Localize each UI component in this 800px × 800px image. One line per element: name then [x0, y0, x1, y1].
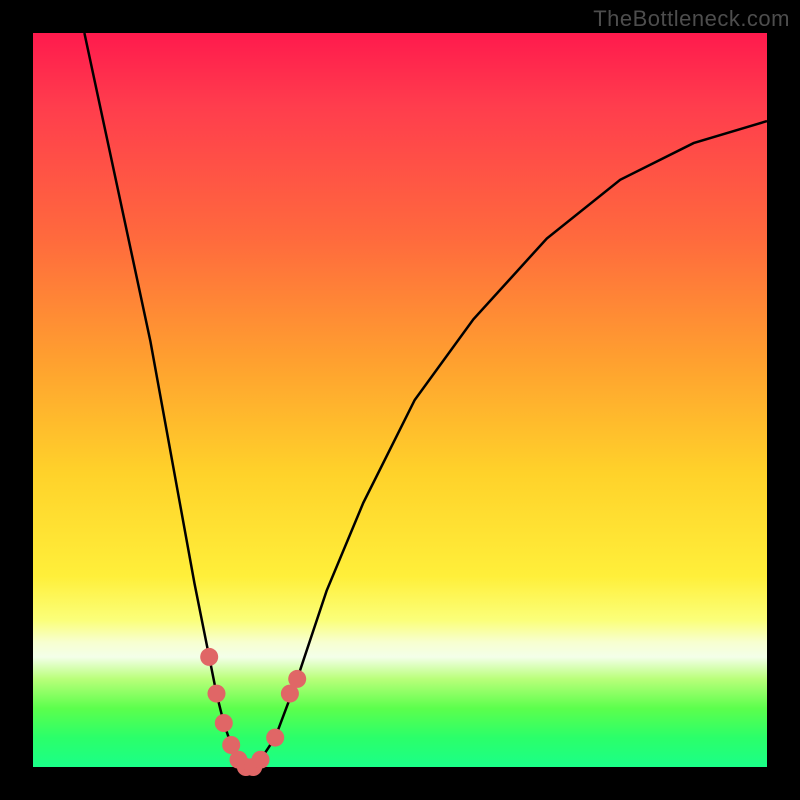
chart-frame: TheBottleneck.com [0, 0, 800, 800]
marker-bottom-5 [252, 751, 270, 769]
watermark-text: TheBottleneck.com [593, 6, 790, 32]
marker-right-3 [288, 670, 306, 688]
bottleneck-curve [84, 33, 767, 767]
marker-left-2 [208, 685, 226, 703]
marker-left-3 [215, 714, 233, 732]
curve-markers [200, 648, 306, 776]
marker-right-1 [266, 729, 284, 747]
marker-left-1 [200, 648, 218, 666]
curve-layer [33, 33, 767, 767]
plot-area [33, 33, 767, 767]
